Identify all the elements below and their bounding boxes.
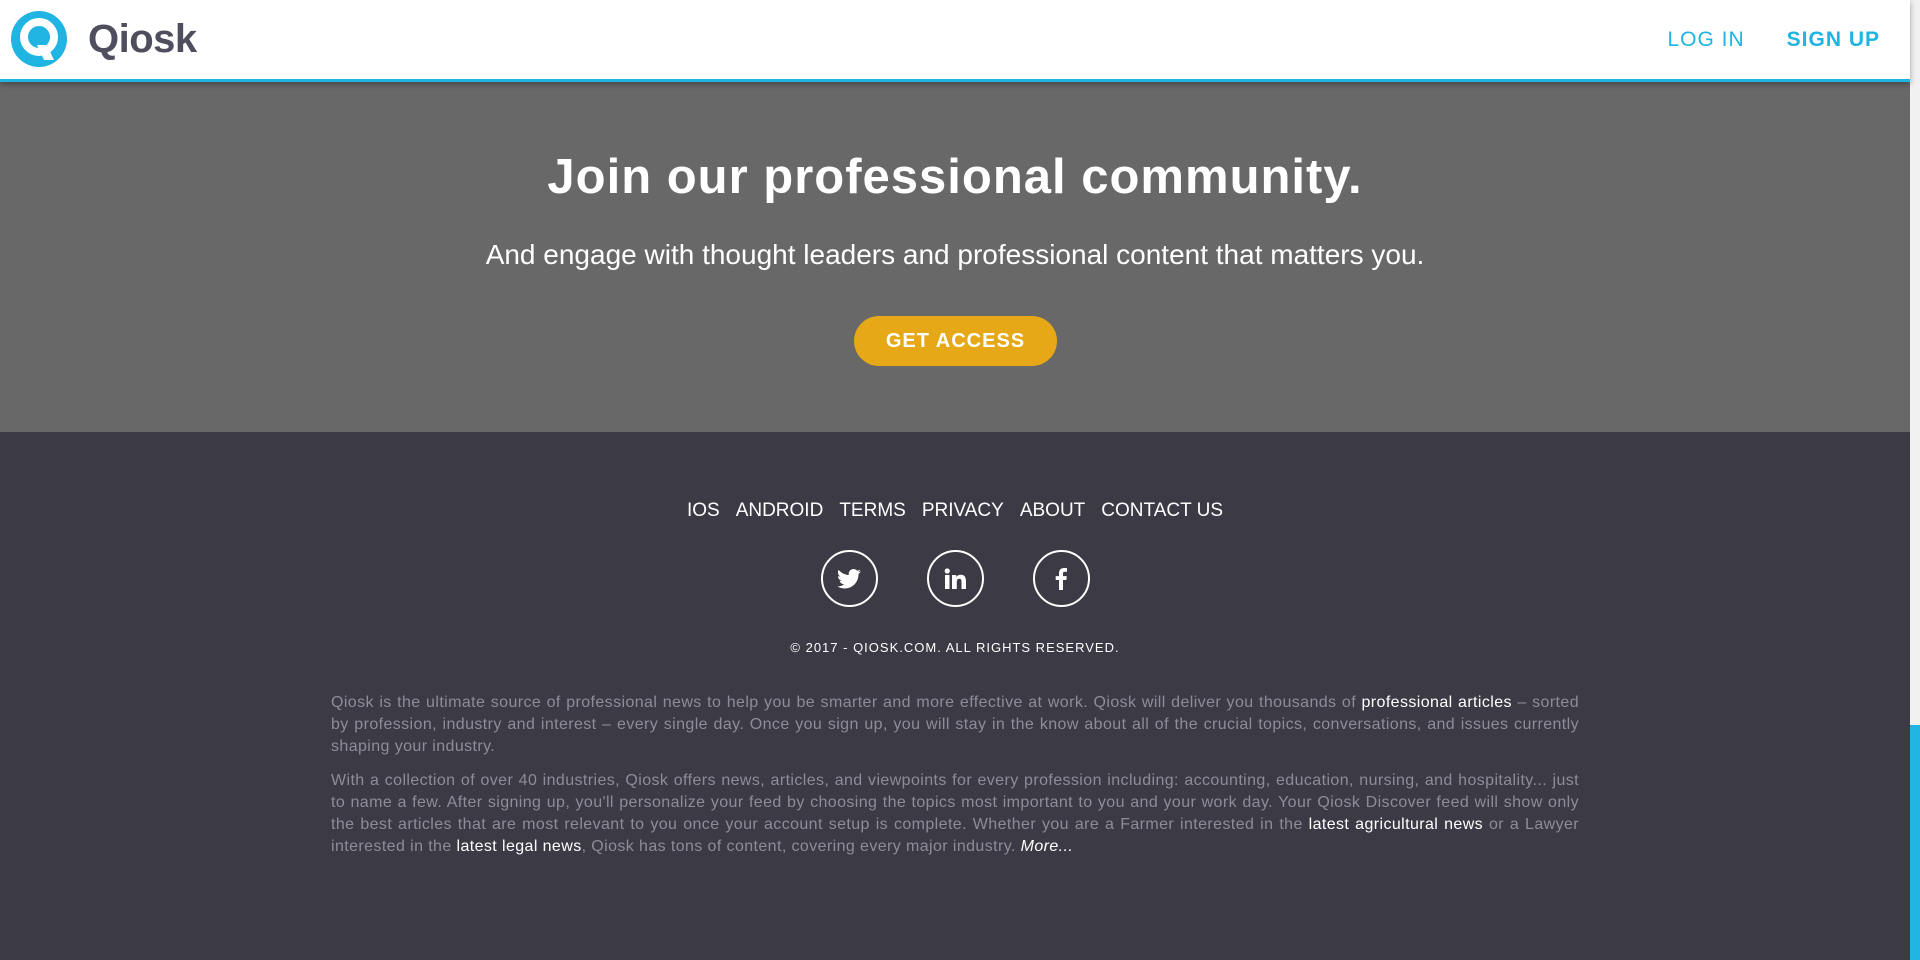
login-link[interactable]: LOG IN — [1667, 28, 1744, 52]
twitter-button[interactable] — [820, 550, 878, 607]
footer-link-about[interactable]: ABOUT — [1020, 500, 1085, 522]
hero-section: Join our professional community. And eng… — [0, 79, 1910, 432]
professional-articles-link[interactable]: professional articles — [1362, 694, 1512, 711]
footer-link-terms[interactable]: TERMS — [839, 500, 906, 522]
footer-link-android[interactable]: ANDROID — [736, 500, 824, 522]
about-text-span: , Qiosk has tons of content, covering ev… — [581, 838, 1021, 855]
page: Qiosk LOG IN SIGN UP Join our profession… — [0, 0, 1920, 960]
legal-news-link[interactable]: latest legal news — [457, 838, 582, 855]
more-link[interactable]: More... — [1021, 838, 1074, 855]
facebook-button[interactable] — [1032, 550, 1090, 607]
about-paragraph-2: With a collection of over 40 industries,… — [331, 770, 1579, 858]
footer-nav: IOS ANDROID TERMS PRIVACY ABOUT CONTACT … — [0, 500, 1910, 522]
twitter-icon — [837, 568, 861, 588]
hero-subtitle: And engage with thought leaders and prof… — [485, 239, 1425, 270]
linkedin-icon — [944, 567, 966, 589]
qiosk-logo-icon — [11, 11, 67, 67]
hero-title: Join our professional community. — [547, 150, 1363, 204]
about-text: Qiosk is the ultimate source of professi… — [331, 692, 1579, 870]
social-links — [0, 550, 1910, 607]
facebook-icon — [1055, 567, 1067, 590]
about-paragraph-1: Qiosk is the ultimate source of professi… — [331, 692, 1579, 758]
footer-link-contact-us[interactable]: CONTACT US — [1101, 500, 1223, 522]
scrollbar-thumb[interactable] — [1910, 725, 1920, 960]
footer-link-privacy[interactable]: PRIVACY — [922, 500, 1004, 522]
get-access-button[interactable]: GET ACCESS — [854, 316, 1057, 366]
copyright: © 2017 - QIOSK.COM. ALL RIGHTS RESERVED. — [790, 640, 1120, 655]
page-scrollbar[interactable] — [1910, 0, 1920, 960]
site-header: Qiosk LOG IN SIGN UP — [0, 0, 1910, 82]
footer-link-ios[interactable]: IOS — [687, 500, 720, 522]
about-text-span: Qiosk is the ultimate source of professi… — [331, 694, 1362, 711]
logo-text: Qiosk — [88, 16, 197, 61]
header-nav: LOG IN SIGN UP — [1667, 0, 1880, 79]
main-column: Qiosk LOG IN SIGN UP Join our profession… — [0, 0, 1910, 960]
site-footer: IOS ANDROID TERMS PRIVACY ABOUT CONTACT … — [0, 432, 1910, 960]
linkedin-button[interactable] — [926, 550, 984, 607]
signup-link[interactable]: SIGN UP — [1787, 28, 1880, 52]
logo-link[interactable]: Qiosk — [10, 10, 197, 68]
agricultural-news-link[interactable]: latest agricultural news — [1309, 816, 1483, 833]
